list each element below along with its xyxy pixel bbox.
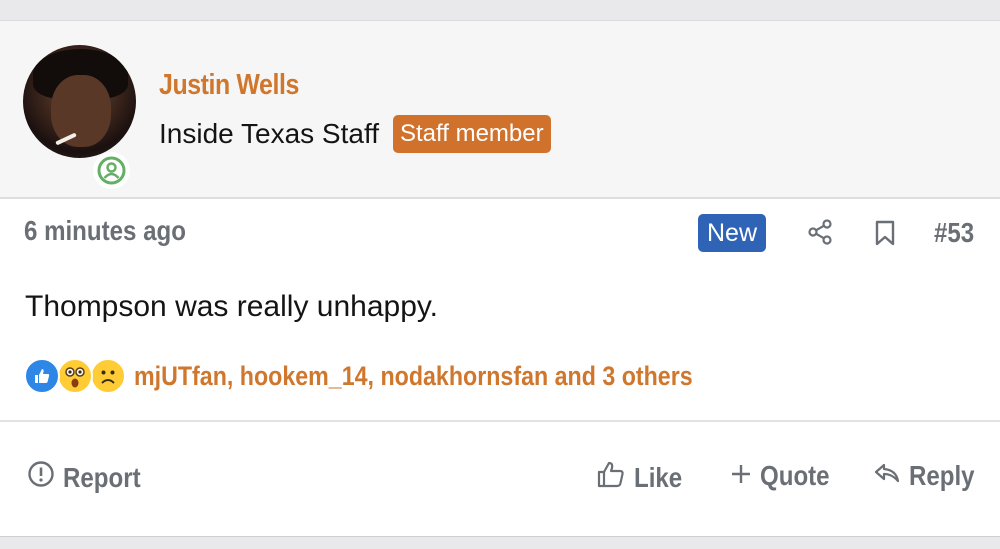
user-block: Justin Wells Inside Texas Staff Staff me… (0, 21, 1000, 199)
report-label: Report (63, 461, 141, 493)
avatar[interactable] (23, 45, 136, 158)
share-icon[interactable] (806, 218, 834, 251)
quote-label: Quote (760, 460, 830, 491)
staff-badge: Staff member (393, 115, 551, 153)
reply-arrow-icon (873, 460, 901, 492)
like-icon (24, 358, 60, 394)
user-title: Inside Texas Staff (159, 118, 379, 149)
reply-label: Reply (909, 460, 975, 491)
post-number[interactable]: #53 (934, 217, 974, 249)
reactions-bar[interactable]: mjUTfan, hookem_14, nodakhornsfan and 3 … (24, 358, 784, 394)
new-badge: New (698, 214, 767, 252)
quote-button[interactable]: Quote (730, 460, 841, 492)
bookmark-icon[interactable] (874, 220, 896, 251)
report-button[interactable]: Report (27, 460, 153, 495)
username[interactable]: Justin Wells (159, 69, 299, 102)
report-icon (27, 460, 55, 495)
reaction-icons (24, 358, 128, 394)
avatar-face (51, 75, 111, 147)
post-actions: Report Like Quote Reply (0, 460, 1000, 504)
reaction-users-link[interactable]: mjUTfan, hookem_14, nodakhornsfan and 3 … (134, 361, 693, 392)
user-title-line: Inside Texas Staff Staff member (159, 115, 551, 153)
like-button[interactable]: Like (596, 460, 690, 495)
plus-icon (730, 460, 752, 492)
post-message: Thompson was really unhappy. (25, 290, 438, 323)
online-status-icon (93, 152, 130, 189)
post-meta: 6 minutes ago New #53 (0, 206, 1000, 256)
sad-icon (90, 358, 126, 394)
action-divider (0, 420, 1000, 422)
post-timestamp[interactable]: 6 minutes ago (24, 215, 186, 247)
like-label: Like (634, 461, 683, 493)
reply-button[interactable]: Reply (873, 460, 985, 492)
wow-icon (57, 358, 93, 394)
thumbs-up-icon (596, 460, 626, 495)
